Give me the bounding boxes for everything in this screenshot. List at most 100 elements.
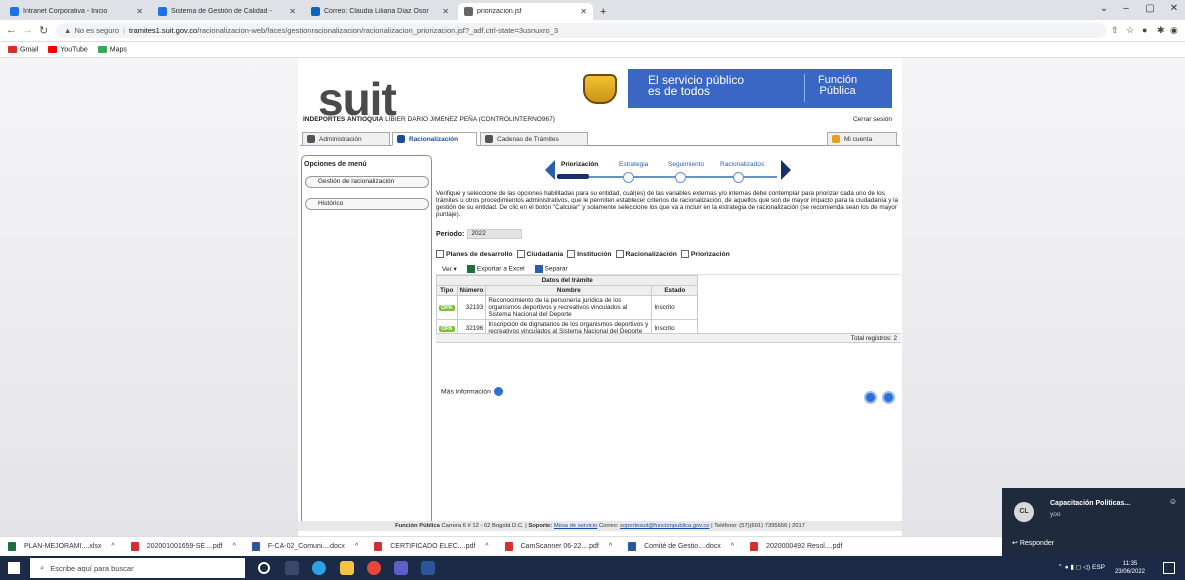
export-excel-button[interactable]: Exportar a Excel xyxy=(466,264,525,273)
profile-icon[interactable]: ◉ xyxy=(1170,25,1178,36)
chat-notification[interactable]: CL Capacitación Políticas... yoo ☺ ↩ Res… xyxy=(1002,488,1185,556)
bookmark-gmail[interactable]: Gmail xyxy=(8,45,38,53)
banner-line2: es de todos xyxy=(648,84,711,98)
menu-item-historico[interactable]: Histórico xyxy=(305,198,429,210)
close-tab-icon[interactable]: ✕ xyxy=(136,7,143,16)
edit-icon xyxy=(397,135,405,143)
word-icon[interactable] xyxy=(421,561,435,575)
cell-name: Reconocimiento de la personería jurídica… xyxy=(485,295,653,320)
back-icon[interactable]: ← xyxy=(6,24,17,36)
download-item[interactable]: 202001001659-SE....pdf ^ xyxy=(130,542,236,551)
reply-button[interactable]: ↩ Responder xyxy=(1012,539,1054,547)
checkbox[interactable] xyxy=(680,250,689,258)
menu-item-gestion[interactable]: Gestión de racionalización xyxy=(305,176,429,188)
more-info[interactable]: Más información xyxy=(441,387,503,396)
browser-tab[interactable]: Intranet Corporativa - Inicio ✕ xyxy=(4,3,149,20)
close-tab-icon[interactable]: ✕ xyxy=(289,7,296,16)
download-item[interactable]: CamScanner 06-22....pdf ^ xyxy=(504,542,612,551)
chevron-up-icon[interactable]: ^ xyxy=(111,543,114,550)
reload-icon[interactable]: ↻ xyxy=(39,24,48,37)
close-tab-icon[interactable]: ✕ xyxy=(442,7,449,16)
task-view-icon[interactable] xyxy=(285,561,299,575)
bookmark-maps[interactable]: Maps xyxy=(97,45,127,53)
download-item[interactable]: PLAN-MEJORAMI....xlsx ^ xyxy=(8,542,115,551)
notifications-icon[interactable] xyxy=(1163,562,1175,574)
service-desk-link[interactable]: Mesa de servicio xyxy=(554,523,598,529)
checkbox[interactable] xyxy=(567,250,576,258)
download-item[interactable]: CERTIFICADO ELEC....pdf ^ xyxy=(374,542,489,551)
users-icon xyxy=(307,135,315,143)
browser-tab[interactable]: Sistema de Gestión de Calidad - ✕ xyxy=(152,3,302,20)
logout-link[interactable]: Cerrar sesión xyxy=(853,116,892,123)
checkbox[interactable] xyxy=(436,250,444,258)
chevron-up-icon[interactable]: ^ xyxy=(233,543,236,550)
filter-institucion[interactable]: Institución xyxy=(567,250,612,258)
browser-tab[interactable]: Correo: Claudia Liliana Díaz Osor ✕ xyxy=(305,3,455,20)
view-menu[interactable]: Ver ▾ xyxy=(442,265,457,273)
clock[interactable]: 11:35 23/06/2022 xyxy=(1115,560,1145,576)
teams-icon[interactable] xyxy=(394,561,408,575)
column-header[interactable]: Número xyxy=(456,285,487,296)
download-item[interactable]: 2020000492 Resol....pdf xyxy=(750,542,842,551)
download-item[interactable]: F-CA-02_Comuni....docx ^ xyxy=(251,542,358,551)
filter-priorizacion[interactable]: Priorización xyxy=(680,250,730,258)
column-header[interactable]: Tipo xyxy=(436,285,458,296)
chevron-up-icon[interactable]: ^ xyxy=(609,543,612,550)
prev-step-arrow-icon[interactable] xyxy=(545,160,555,180)
step-racionalizados[interactable]: Racionalizados xyxy=(720,161,764,168)
column-header[interactable]: Estado xyxy=(651,285,699,296)
maps-icon xyxy=(97,45,107,53)
close-tab-icon[interactable]: ✕ xyxy=(580,7,587,16)
step-estrategia[interactable]: Estrategia xyxy=(619,161,648,168)
account-icon xyxy=(832,135,840,143)
type-badge: OPA xyxy=(439,305,455,311)
info-icon[interactable] xyxy=(493,387,503,396)
file-explorer-icon[interactable] xyxy=(340,561,354,575)
bookmark-youtube[interactable]: YouTube xyxy=(48,45,88,53)
my-account-button[interactable]: Mi cuenta xyxy=(827,132,897,146)
chevron-up-icon[interactable]: ^ xyxy=(485,543,488,550)
tab-cadenas[interactable]: Cadenas de Trámites xyxy=(480,132,588,146)
system-tray[interactable]: ⌃ ● ▮ ◻ ◁) ESP xyxy=(1057,563,1105,571)
star-icon[interactable]: ☆ xyxy=(1126,25,1134,36)
extension-icon[interactable]: ● xyxy=(1142,25,1147,35)
edge-icon[interactable] xyxy=(312,561,326,575)
column-header[interactable]: Nombre xyxy=(485,285,653,296)
gmail-icon xyxy=(8,45,17,53)
filter-racionalizacion[interactable]: Racionalización xyxy=(615,250,677,258)
browser-tab-active[interactable]: priorizacion.jsf ✕ xyxy=(458,3,593,20)
language-indicator[interactable]: ESP xyxy=(1092,564,1105,571)
puzzle-icon[interactable]: ✱ xyxy=(1157,25,1165,36)
separate-button[interactable]: Separar xyxy=(534,264,568,273)
previous-nav-icon[interactable] xyxy=(864,391,877,404)
filter-planes[interactable]: Planes de desarrollo xyxy=(436,250,513,258)
new-tab-button[interactable]: + xyxy=(594,3,614,20)
support-email-link[interactable]: soportesuit@funcionpublica.gov.co xyxy=(620,523,710,529)
windows-start-icon[interactable] xyxy=(8,562,20,574)
home-nav-icon[interactable] xyxy=(882,391,895,404)
checkbox[interactable] xyxy=(516,250,525,258)
tab-racionalizacion[interactable]: Racionalización xyxy=(392,132,477,146)
close-window-icon[interactable]: ✕ xyxy=(1160,3,1185,14)
next-step-arrow-icon[interactable] xyxy=(781,160,791,180)
url-field[interactable]: ▲ No es seguro | tramites1.suit.gov.co/r… xyxy=(56,23,1106,38)
step-priorizacion[interactable]: Priorización xyxy=(561,161,598,168)
chevron-up-icon[interactable]: ^ xyxy=(731,543,734,550)
table-row[interactable]: OPA 32193 Reconocimiento de la personerí… xyxy=(436,295,699,320)
type-badge: OPA xyxy=(439,325,455,332)
filter-ciudadania[interactable]: Ciudadanía xyxy=(516,250,563,258)
chevron-up-icon[interactable]: ^ xyxy=(355,543,358,550)
step-seguimiento[interactable]: Seguimiento xyxy=(668,161,704,168)
word-file-icon xyxy=(251,542,260,551)
forward-icon[interactable]: → xyxy=(22,24,33,36)
period-input[interactable]: 2022 xyxy=(467,229,523,239)
checkbox[interactable] xyxy=(615,250,624,258)
tab-administracion[interactable]: Administración xyxy=(302,132,390,146)
cortana-icon[interactable] xyxy=(258,562,270,574)
word-file-icon xyxy=(628,542,637,551)
chrome-icon[interactable] xyxy=(367,561,381,575)
step-circle xyxy=(623,172,634,183)
share-icon[interactable]: ⇧ xyxy=(1111,25,1119,36)
taskbar-search[interactable]: ⌕ Escribe aquí para buscar xyxy=(30,558,245,578)
download-item[interactable]: Comité de Gestio....docx ^ xyxy=(628,542,734,551)
